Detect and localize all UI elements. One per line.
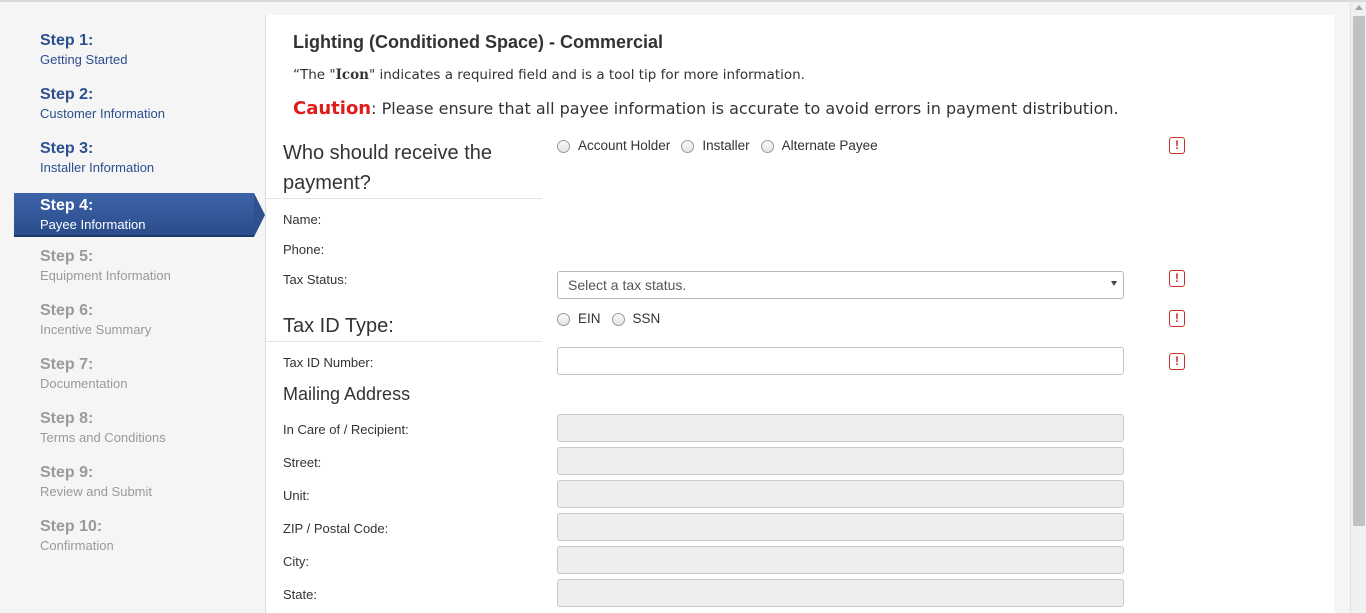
radio-label: Account Holder <box>578 138 671 153</box>
street-input <box>557 447 1124 475</box>
step-label: Customer Information <box>40 106 165 121</box>
tax-id-type-heading: Tax ID Type: <box>283 315 394 337</box>
tax-id-number-label: Tax ID Number: <box>283 355 374 370</box>
state-input <box>557 579 1124 607</box>
payment-question-line2: payment? <box>283 172 371 194</box>
payment-question-line1: Who should receive the <box>283 142 493 164</box>
required-info-icon[interactable]: ! <box>1169 353 1185 370</box>
radio-dot[interactable] <box>760 140 774 153</box>
caution-message: Caution: Please ensure that all payee in… <box>293 98 1119 119</box>
radio-dot[interactable] <box>557 140 570 153</box>
steps-sidebar: Step 1: Getting Started Step 2: Customer… <box>14 15 265 613</box>
step-4-active[interactable]: Step 4: Payee Information <box>14 193 265 237</box>
required-info-icon[interactable]: ! <box>1169 137 1185 154</box>
name-label: Name: <box>283 212 322 227</box>
step-number: Step 8: <box>40 410 94 427</box>
phone-label: Phone: <box>283 242 325 257</box>
radio-dot[interactable] <box>611 313 625 326</box>
radio-account-holder[interactable]: Account Holder <box>557 138 670 153</box>
note-prefix: “The " <box>293 67 336 83</box>
state-label: State: <box>283 587 317 602</box>
care-of-input <box>557 414 1124 442</box>
radio-ssn[interactable]: SSN <box>611 311 661 326</box>
radio-alternate-payee[interactable]: Alternate Payee <box>760 138 878 153</box>
chevron-down-icon <box>1111 281 1117 286</box>
tax-status-label: Tax Status: <box>283 272 348 287</box>
step-label: Confirmation <box>40 538 114 553</box>
step-number: Step 2: <box>40 86 94 103</box>
scroll-up-arrow-icon[interactable] <box>1355 5 1363 10</box>
step-label: Payee Information <box>40 217 146 232</box>
step-3[interactable]: Step 3: Installer Information <box>14 136 265 182</box>
step-2[interactable]: Step 2: Customer Information <box>14 82 265 128</box>
divider <box>266 341 542 342</box>
tax-id-number-input[interactable] <box>557 347 1124 375</box>
step-10: Step 10: Confirmation <box>14 514 265 560</box>
step-label: Review and Submit <box>40 484 152 499</box>
note-icon-word: Icon <box>335 67 369 83</box>
radio-dot[interactable] <box>557 313 570 326</box>
step-number: Step 5: <box>40 248 94 265</box>
step-label: Incentive Summary <box>40 322 152 337</box>
required-info-icon[interactable]: ! <box>1169 310 1185 327</box>
step-number: Step 6: <box>40 302 94 319</box>
step-label: Equipment Information <box>40 268 171 283</box>
step-number: Step 7: <box>40 356 94 373</box>
payee-form-panel: Lighting (Conditioned Space) - Commercia… <box>265 15 1334 613</box>
care-of-label: In Care of / Recipient: <box>283 422 409 437</box>
required-field-note: “The "Icon" indicates a required field a… <box>293 67 805 83</box>
step-number: Step 3: <box>40 140 94 157</box>
vertical-scrollbar[interactable] <box>1350 2 1366 613</box>
divider <box>266 198 542 199</box>
radio-label: SSN <box>632 311 661 326</box>
step-label: Documentation <box>40 376 128 391</box>
radio-label: Installer <box>702 138 750 153</box>
step-number: Step 4: <box>40 197 94 214</box>
city-input <box>557 546 1124 574</box>
step-number: Step 10: <box>40 518 103 535</box>
unit-label: Unit: <box>283 488 310 503</box>
payment-question: Who should receive the payment? <box>283 138 492 198</box>
payee-radio-group: Account Holder Installer Alternate Payee <box>557 138 889 153</box>
page-title: Lighting (Conditioned Space) - Commercia… <box>293 32 664 52</box>
step-9: Step 9: Review and Submit <box>14 460 265 506</box>
caution-text: : Please ensure that all payee informati… <box>371 99 1119 118</box>
scroll-thumb[interactable] <box>1353 16 1365 526</box>
step-8: Step 8: Terms and Conditions <box>14 406 265 452</box>
step-1[interactable]: Step 1: Getting Started <box>14 28 265 74</box>
tax-status-selected: Select a tax status. <box>568 277 687 293</box>
zip-input <box>557 513 1124 541</box>
step-7: Step 7: Documentation <box>14 352 265 398</box>
step-number: Step 1: <box>40 32 94 49</box>
zip-label: ZIP / Postal Code: <box>283 521 389 536</box>
caution-word: Caution <box>293 98 372 119</box>
mailing-address-heading: Mailing Address <box>283 384 411 404</box>
step-label: Terms and Conditions <box>40 430 166 445</box>
step-number: Step 9: <box>40 464 94 481</box>
radio-installer[interactable]: Installer <box>681 138 750 153</box>
city-label: City: <box>283 554 309 569</box>
step-6: Step 6: Incentive Summary <box>14 298 265 344</box>
radio-label: EIN <box>578 311 601 326</box>
tax-status-select[interactable]: Select a tax status. <box>557 271 1124 299</box>
step-label: Installer Information <box>40 160 155 175</box>
radio-dot[interactable] <box>681 140 695 153</box>
radio-label: Alternate Payee <box>781 138 878 153</box>
step-5: Step 5: Equipment Information <box>14 244 265 290</box>
tax-id-radio-group: EIN SSN <box>557 311 671 326</box>
step-label: Getting Started <box>40 52 128 67</box>
radio-ein[interactable]: EIN <box>557 311 601 326</box>
street-label: Street: <box>283 455 322 470</box>
note-suffix: " indicates a required field and is a to… <box>368 67 805 83</box>
unit-input <box>557 480 1124 508</box>
required-info-icon[interactable]: ! <box>1169 270 1185 287</box>
